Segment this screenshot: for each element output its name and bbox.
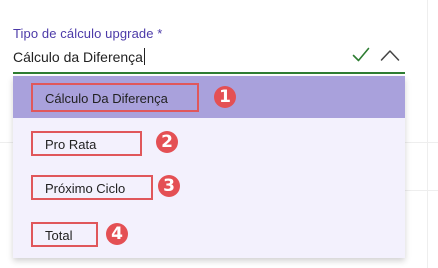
dropdown-menu: Cálculo Da Diferença 1 Pro Rata 2 Próxim…	[13, 76, 405, 258]
field-label: Tipo de cálculo upgrade *	[13, 26, 163, 41]
annotation-badge: 4	[106, 223, 128, 245]
select-value: Cálculo da Diferença	[13, 49, 143, 65]
option-label: Próximo Ciclo	[45, 181, 126, 196]
page: Tipo de cálculo upgrade * Cálculo da Dif…	[0, 0, 438, 268]
select-input[interactable]: Cálculo da Diferença	[13, 48, 145, 65]
chevron-up-icon[interactable]	[380, 48, 400, 62]
field-underline	[13, 72, 405, 74]
option-label: Total	[45, 228, 73, 243]
text-caret	[143, 48, 145, 65]
annotation-badge: 1	[214, 86, 236, 108]
check-icon	[352, 47, 370, 62]
dropdown-option-proximo-ciclo[interactable]: Próximo Ciclo 3	[13, 164, 405, 210]
annotation-badge: 2	[156, 131, 178, 153]
background-divider	[427, 0, 428, 268]
dropdown-option-total[interactable]: Total 4	[13, 210, 405, 258]
dropdown-option-calculo-da-diferenca[interactable]: Cálculo Da Diferença 1	[13, 76, 405, 118]
option-label: Cálculo Da Diferença	[45, 91, 168, 106]
dropdown-option-pro-rata[interactable]: Pro Rata 2	[13, 118, 405, 164]
option-label: Pro Rata	[45, 137, 97, 152]
annotation-badge: 3	[158, 175, 180, 197]
background-divider	[405, 190, 438, 191]
